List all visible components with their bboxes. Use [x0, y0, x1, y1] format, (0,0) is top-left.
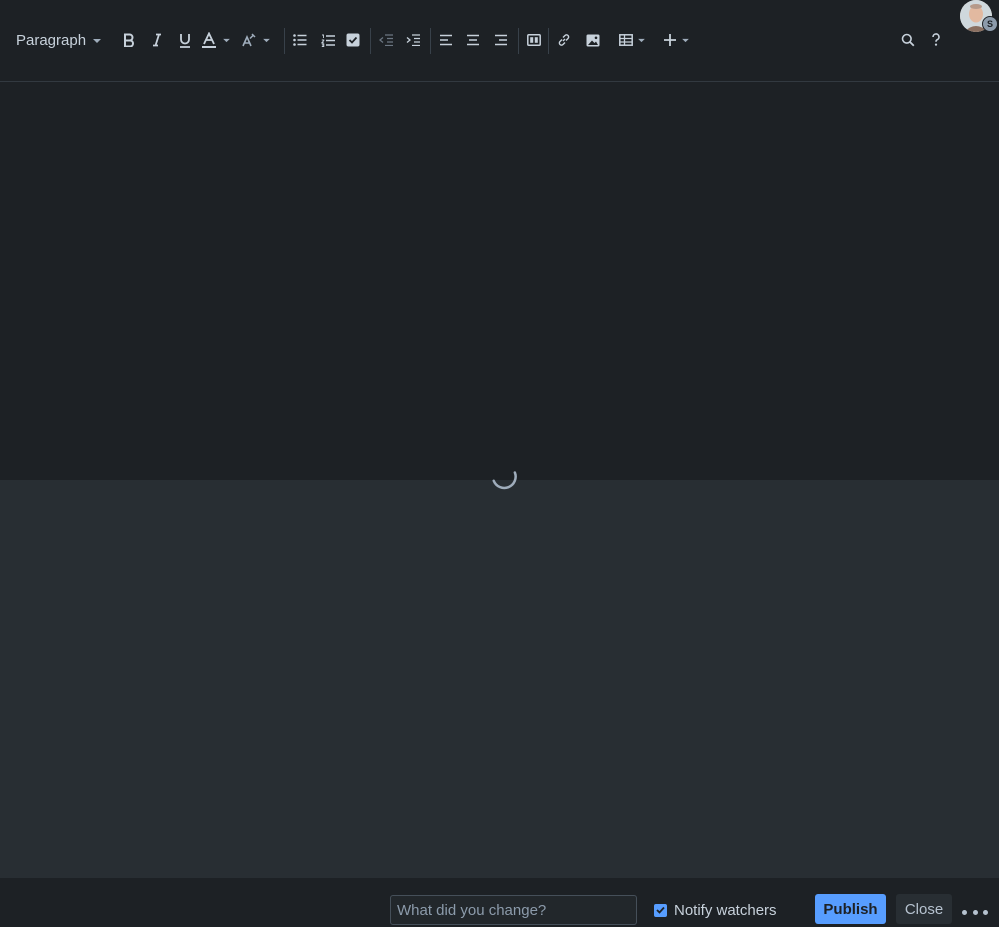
image-icon	[586, 34, 600, 46]
change-description-input[interactable]	[390, 895, 637, 925]
image-button[interactable]	[582, 27, 604, 53]
text-style-button[interactable]	[240, 27, 272, 53]
outdent-button[interactable]	[375, 27, 397, 53]
chevron-down-icon	[637, 38, 645, 42]
bullet-list-icon	[293, 34, 307, 46]
task-list-icon	[346, 33, 360, 47]
more-dot-icon	[962, 909, 967, 915]
close-button[interactable]: Close	[896, 894, 952, 924]
notify-watchers-option[interactable]: Notify watchers	[654, 900, 777, 920]
editor-footer: Notify watchers Publish Close	[0, 878, 999, 927]
editor-lower-area	[0, 480, 999, 878]
italic-icon	[153, 33, 161, 47]
layout-icon	[527, 34, 541, 46]
loading-spinner-icon	[490, 462, 518, 490]
paragraph-style-label: Paragraph	[16, 31, 87, 49]
chevron-down-icon	[263, 38, 270, 42]
search-icon	[901, 33, 915, 47]
table-button[interactable]	[616, 27, 648, 53]
link-icon	[558, 34, 570, 46]
toolbar-divider	[370, 28, 371, 54]
toolbar-divider	[430, 28, 431, 54]
search-button[interactable]	[897, 27, 919, 53]
insert-button[interactable]	[660, 27, 692, 53]
align-right-button[interactable]	[490, 27, 512, 53]
underline-icon	[180, 33, 190, 48]
editor-content-area[interactable]	[0, 82, 999, 480]
chevron-down-icon	[223, 38, 230, 42]
text-style-icon	[242, 33, 256, 47]
notify-watchers-checkbox[interactable]	[654, 903, 667, 917]
table-icon	[618, 34, 633, 46]
align-center-button[interactable]	[462, 27, 484, 53]
indent-button[interactable]	[402, 27, 424, 53]
plus-icon	[663, 34, 676, 46]
bold-icon	[124, 33, 134, 47]
text-color-button[interactable]	[200, 27, 232, 53]
more-dot-icon	[983, 909, 988, 915]
bold-button[interactable]	[118, 27, 140, 53]
checkmark-icon	[656, 906, 665, 914]
align-center-icon	[467, 34, 479, 46]
toolbar-divider	[548, 28, 549, 54]
indent-icon	[406, 34, 420, 46]
notify-watchers-label: Notify watchers	[674, 901, 777, 919]
align-left-icon	[440, 34, 452, 46]
toolbar-divider	[284, 28, 285, 54]
layout-button[interactable]	[523, 27, 545, 53]
bullet-list-button[interactable]	[289, 27, 311, 53]
task-list-button[interactable]	[342, 27, 364, 53]
toolbar-divider	[518, 28, 519, 54]
help-icon	[932, 33, 940, 46]
more-dot-icon	[972, 909, 978, 915]
italic-button[interactable]	[146, 27, 168, 53]
numbered-list-icon	[321, 34, 335, 47]
numbered-list-button[interactable]	[317, 27, 339, 53]
align-left-button[interactable]	[435, 27, 457, 53]
editor-toolbar: Paragraph S	[0, 0, 999, 82]
underline-button[interactable]	[174, 27, 196, 53]
align-right-icon	[495, 34, 507, 46]
paragraph-style-dropdown[interactable]: Paragraph	[8, 27, 106, 53]
link-button[interactable]	[553, 27, 575, 53]
outdent-icon	[379, 34, 393, 46]
more-options-button[interactable]	[962, 904, 988, 920]
text-color-icon	[202, 31, 216, 48]
chevron-down-icon	[681, 38, 689, 42]
publish-button[interactable]: Publish	[815, 894, 886, 924]
chevron-down-icon	[92, 31, 102, 49]
help-button[interactable]	[925, 27, 947, 53]
avatar-badge: S	[982, 16, 998, 32]
